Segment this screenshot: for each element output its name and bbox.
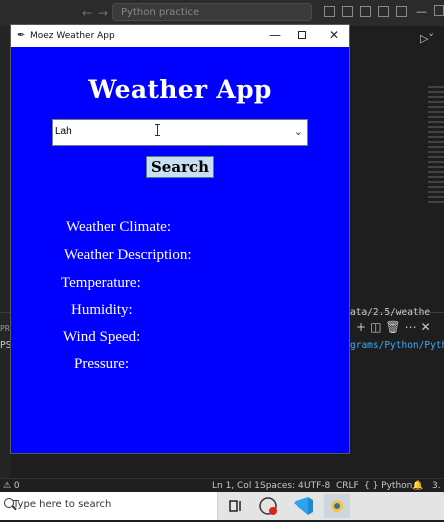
python-version[interactable]: 3. bbox=[432, 479, 441, 493]
temperature-label: Temperature: bbox=[61, 275, 141, 291]
ide-search-text: Python practice bbox=[121, 7, 200, 18]
window-minimize-icon[interactable]: — bbox=[269, 28, 281, 42]
vscode-icon[interactable] bbox=[290, 494, 316, 518]
trash-icon[interactable]: 🗑 bbox=[385, 320, 404, 334]
windows-taskbar: Type here to search bbox=[0, 492, 444, 520]
close-panel-icon[interactable]: ✕ bbox=[421, 320, 435, 334]
customize-layout-icon[interactable] bbox=[396, 6, 407, 17]
back-arrow-icon[interactable]: ← bbox=[82, 6, 92, 20]
taskbar-search[interactable]: Type here to search bbox=[0, 492, 218, 520]
pressure-label: Pressure: bbox=[74, 356, 129, 372]
taskbar-search-placeholder: Type here to search bbox=[13, 499, 112, 510]
city-input[interactable]: Lah ⌄ bbox=[52, 119, 308, 146]
humidity-label: Humidity: bbox=[71, 302, 133, 318]
terminal-toolbar: +◫🗑⋯✕ bbox=[356, 320, 435, 334]
problems-count[interactable]: ⚠ 0 bbox=[3, 479, 20, 493]
window-maximize-icon[interactable] bbox=[298, 31, 306, 39]
activity-bar bbox=[0, 26, 10, 480]
layout-secondary-icon[interactable] bbox=[378, 6, 389, 17]
minimap[interactable] bbox=[428, 86, 444, 206]
maximize-icon[interactable] bbox=[434, 5, 444, 16]
ide-command-search[interactable]: Python practice bbox=[112, 3, 312, 21]
layout-panel-icon[interactable] bbox=[360, 6, 371, 17]
task-view-icon[interactable] bbox=[222, 494, 248, 518]
window-close-icon[interactable]: ✕ bbox=[329, 28, 339, 42]
window-title-bar[interactable]: ✒ Moez Weather App — ✕ bbox=[11, 25, 349, 47]
indentation[interactable]: Spaces: 4 bbox=[260, 479, 304, 493]
more-icon[interactable]: ⋯ bbox=[405, 320, 421, 334]
text-cursor-icon bbox=[155, 124, 160, 136]
terminal-line: ata/2.5/weathe bbox=[350, 307, 431, 318]
forward-arrow-icon[interactable]: → bbox=[98, 6, 108, 20]
layout-sidebar-icon[interactable] bbox=[342, 6, 353, 17]
encoding[interactable]: UTF-8 bbox=[304, 479, 330, 493]
screen-recorder-icon[interactable] bbox=[256, 494, 282, 518]
line-ending[interactable]: CRLF bbox=[336, 479, 359, 493]
wind-speed-label: Wind Speed: bbox=[63, 329, 141, 345]
status-bar: ⚠ 0 Ln 1, Col 1 Spaces: 4 UTF-8 CRLF { }… bbox=[0, 478, 444, 493]
weather-app-window: ✒ Moez Weather App — ✕ Weather App Lah ⌄… bbox=[10, 24, 350, 454]
split-terminal-icon[interactable]: ◫ bbox=[370, 320, 385, 334]
ide-title-bar: ← → Python practice — bbox=[0, 0, 444, 26]
window-title: Moez Weather App bbox=[30, 31, 115, 41]
bell-icon[interactable]: 🔔 bbox=[412, 479, 423, 493]
app-body: Weather App Lah ⌄ Search Weather Climate… bbox=[11, 47, 349, 453]
search-button[interactable]: Search bbox=[146, 156, 214, 178]
new-terminal-icon[interactable]: + bbox=[356, 320, 370, 334]
minimize-icon[interactable]: — bbox=[416, 5, 427, 18]
app-heading: Weather App bbox=[88, 75, 272, 104]
climate-label: Weather Climate: bbox=[66, 219, 171, 235]
copilot-icon[interactable] bbox=[324, 6, 335, 17]
terminal-line: grams/Python/Python3 bbox=[350, 340, 444, 351]
cursor-position[interactable]: Ln 1, Col 1 bbox=[212, 479, 260, 493]
description-label: Weather Description: bbox=[64, 247, 192, 263]
run-icon[interactable]: ▷˅ bbox=[420, 32, 434, 45]
chevron-down-icon[interactable]: ⌄ bbox=[294, 125, 303, 138]
feather-icon: ✒ bbox=[17, 30, 26, 41]
python-feather-icon[interactable] bbox=[324, 494, 350, 518]
language-mode[interactable]: { } Python bbox=[364, 479, 412, 493]
city-input-value: Lah bbox=[55, 126, 72, 137]
